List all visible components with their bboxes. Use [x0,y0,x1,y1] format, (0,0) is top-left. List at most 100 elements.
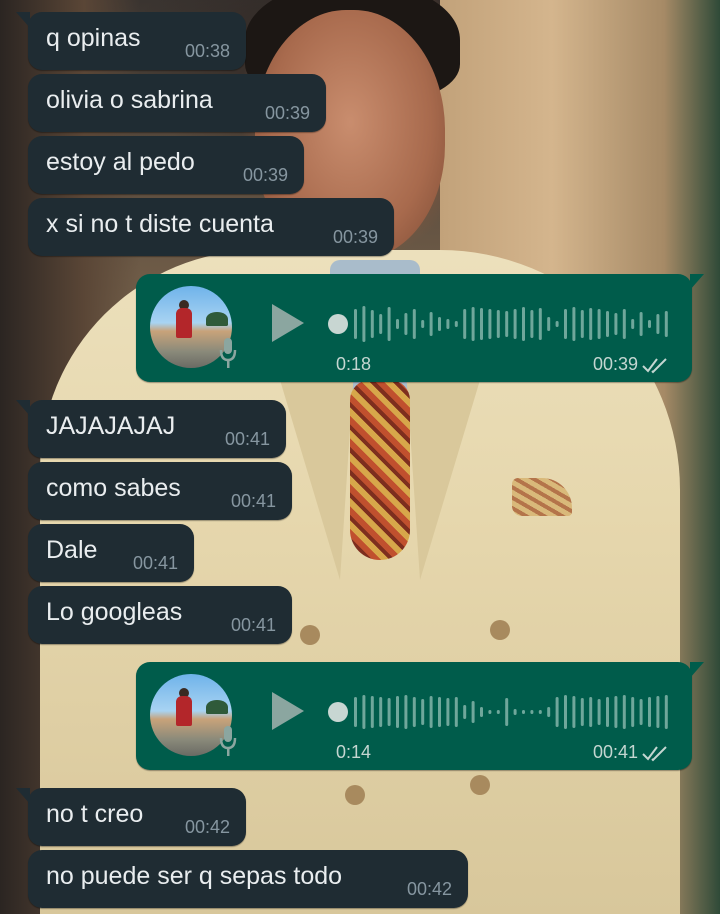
wallpaper-tie [350,380,410,560]
waveform-bar [513,709,517,715]
waveform-bar [429,696,433,728]
waveform-bar [505,698,509,726]
waveform-bar [589,697,593,727]
waveform-bar [438,697,441,727]
waveform-bar [370,310,374,338]
waveform-bar [606,697,609,727]
waveform-bar [429,312,433,336]
waveform-bar [664,311,668,337]
waveform-bar [547,707,551,717]
incoming-message[interactable]: no t creo 00:42 [16,788,246,846]
double-check-icon [642,746,667,762]
waveform-bar [446,698,450,726]
waveform-bar [555,697,559,727]
waveform-bar [513,309,517,339]
wallpaper-button [490,620,510,640]
waveform-bar [639,699,643,725]
wallpaper-button [470,775,490,795]
waveform-bar [631,697,635,727]
mic-icon [219,726,237,756]
waveform-bar [454,321,458,327]
message-text: como sabes [46,474,181,502]
waveform-bar [597,699,601,725]
waveform-bar [387,307,391,341]
waveform-bar [379,314,383,334]
waveform-bar [564,695,567,729]
waveform-bar [463,309,467,339]
outgoing-voice-message[interactable]: 0:18 00:39 [136,274,704,382]
wallpaper-button [300,625,320,645]
waveform-bar [580,698,584,726]
incoming-message[interactable]: olivia o sabrina 00:39 [28,74,326,132]
incoming-message[interactable]: estoy al pedo 00:39 [28,136,304,194]
waveform-bar [664,695,668,729]
waveform-bar [480,308,483,340]
waveform-bar [572,696,576,728]
waveform-bar [564,309,567,339]
waveform-bar [379,697,383,727]
waveform-bar [656,696,660,728]
message-text: Dale [46,536,98,564]
waveform-bar [538,710,542,714]
outgoing-voice-message[interactable]: 0:14 00:41 [136,662,704,770]
message-time: 00:41 [230,491,276,511]
waveform-bar [606,311,609,337]
message-time: 00:41 [132,553,178,573]
waveform-bar [412,697,416,727]
bubble-tail [690,274,704,290]
waveform-bar [404,313,408,335]
bubble-tail [16,788,30,804]
waveform-bar [522,710,525,714]
waveform-bar [370,696,374,728]
waveform-bar [597,309,601,339]
message-time: 00:39 [264,103,310,123]
waveform-bar [631,319,635,329]
waveform-bar [622,309,626,339]
waveform-bar [446,319,450,329]
waveform-bar [421,320,425,328]
message-text: no puede ser q sepas todo [46,862,343,890]
incoming-message[interactable]: q opinas 00:38 [16,12,246,70]
waveform-bar [538,308,542,340]
message-time: 00:39 [592,354,638,374]
waveform-bar [555,321,559,327]
voice-duration: 0:14 [336,742,372,762]
waveform-bar [639,312,643,336]
waveform-bar [362,306,366,342]
incoming-message[interactable]: Lo googleas 00:41 [28,586,292,644]
waveform-bar [530,710,534,714]
waveform-bar [362,695,366,729]
bubble-tail [690,662,704,678]
message-text: x si no t diste cuenta [46,210,274,238]
play-icon[interactable] [272,304,304,342]
waveform-bar [404,695,408,729]
waveform-bar [471,701,475,723]
waveform-bar [622,695,626,729]
waveform-bar [480,707,483,717]
waveform-bar [412,309,416,339]
waveform-bar [522,307,525,341]
waveform-bar [547,317,551,331]
waveform-bar [454,697,458,727]
message-text: q opinas [46,24,141,52]
waveform-bar [396,696,399,728]
incoming-message[interactable]: x si no t diste cuenta 00:39 [28,198,394,256]
waveform-bar [463,705,467,719]
message-time: 00:42 [406,879,452,899]
message-time: 00:41 [230,615,276,635]
incoming-message[interactable]: JAJAJAJAJ 00:41 [16,400,286,458]
play-icon[interactable] [272,692,304,730]
waveform[interactable] [328,684,668,740]
incoming-message[interactable]: Dale 00:41 [28,524,194,582]
waveform-bar [648,320,651,328]
message-text: no t creo [46,800,144,828]
waveform-bar [580,310,584,338]
waveform-bar [614,696,618,728]
message-time: 00:39 [242,165,288,185]
waveform-bar [354,309,357,339]
incoming-message[interactable]: como sabes 00:41 [28,462,292,520]
waveform-bar [530,310,534,338]
waveform-bar [438,317,441,331]
waveform[interactable] [328,296,668,352]
incoming-message[interactable]: no puede ser q sepas todo 00:42 [28,850,468,908]
